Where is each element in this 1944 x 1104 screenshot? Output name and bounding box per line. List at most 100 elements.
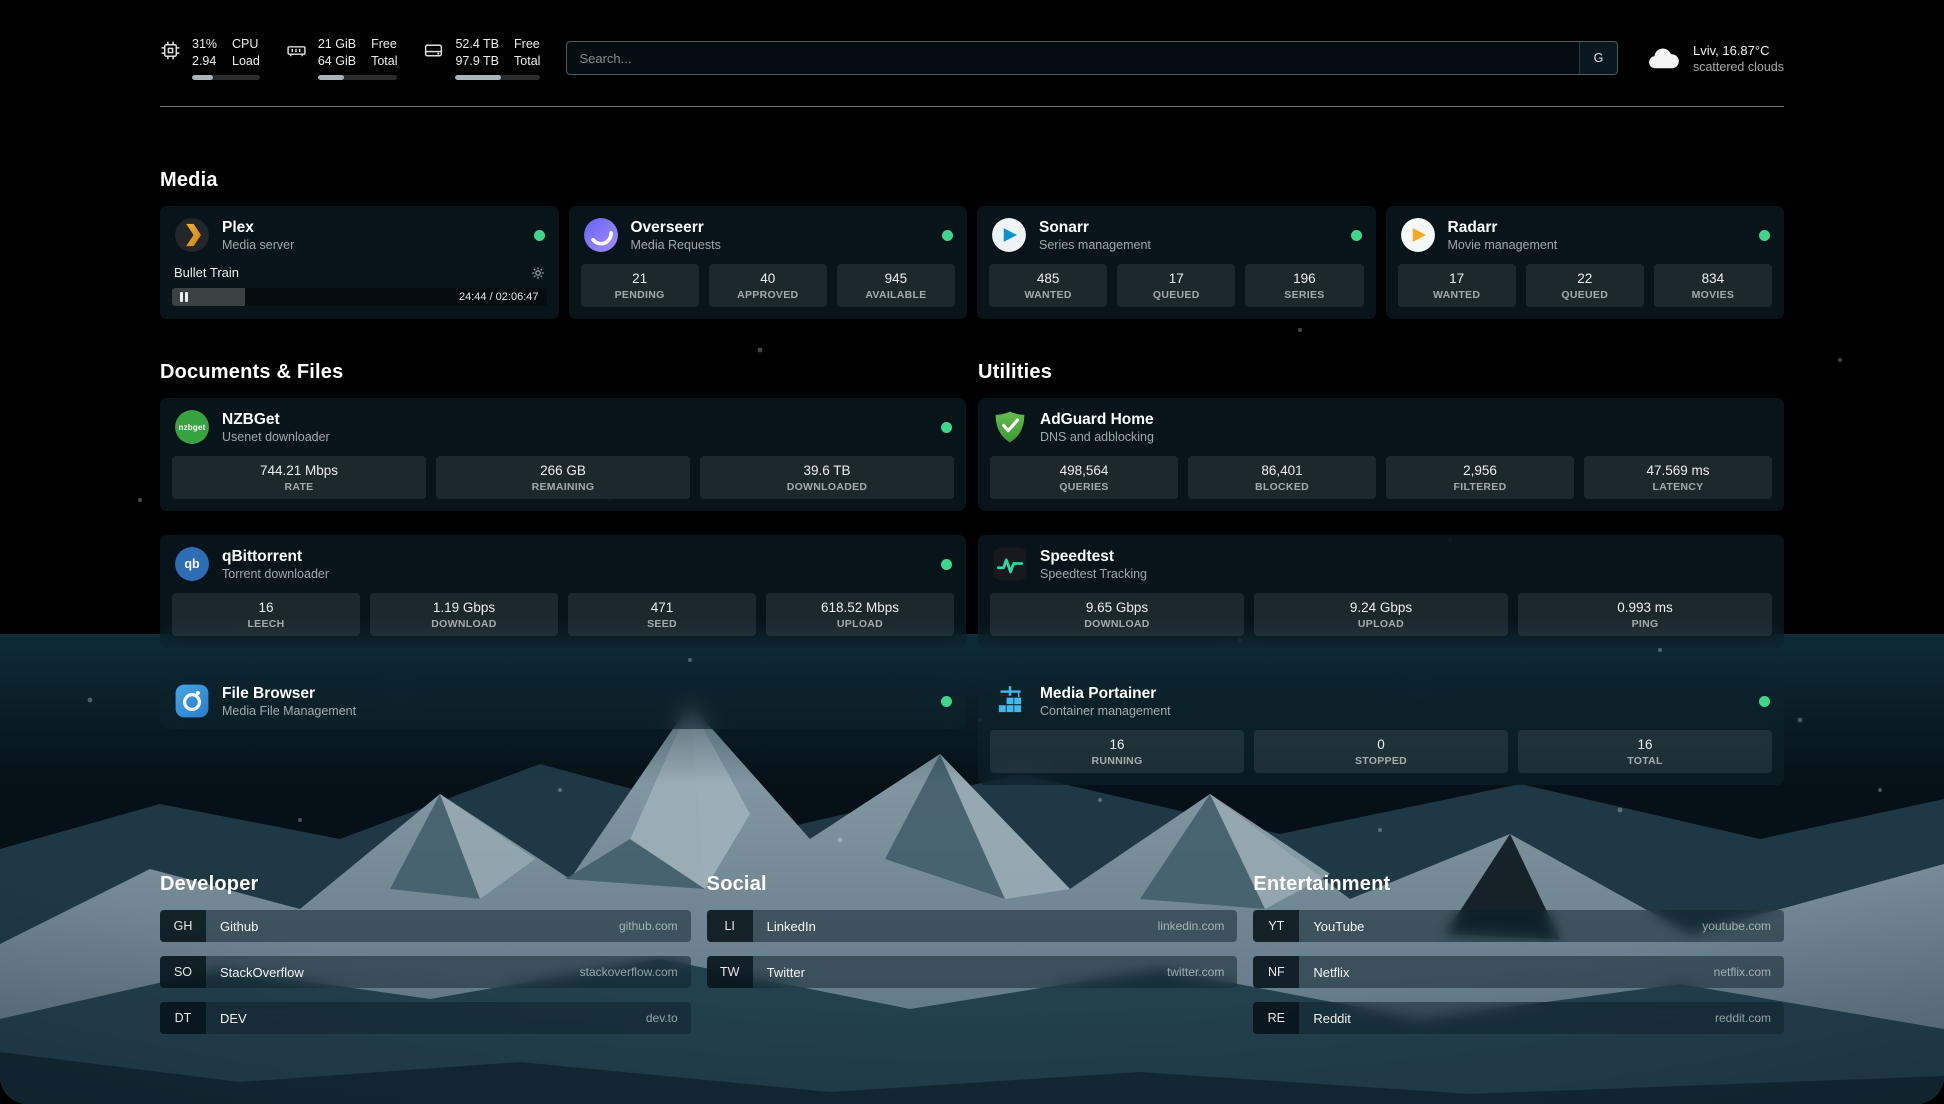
- stat-blocked: 86,401BLOCKED: [1188, 456, 1376, 499]
- bookmark-url: linkedin.com: [1158, 919, 1238, 933]
- bookmark-abbr: RE: [1253, 1002, 1299, 1034]
- stat-stopped: 0STOPPED: [1254, 730, 1508, 773]
- adguard-card[interactable]: AdGuard Home DNS and adblocking 498,564Q…: [978, 398, 1784, 511]
- bookmark-name: DEV: [220, 1011, 247, 1026]
- disk-widget: 52.4 TB 97.9 TB Free Total: [423, 36, 540, 80]
- memory-total-label: Total: [371, 53, 397, 70]
- service-desc: Series management: [1039, 237, 1151, 253]
- service-desc: Torrent downloader: [222, 566, 329, 582]
- stat-download: 9.65 GbpsDOWNLOAD: [990, 593, 1244, 636]
- bookmark-abbr: TW: [707, 956, 753, 988]
- cpu-icon: [160, 40, 181, 61]
- bookmark-group-title: Entertainment: [1253, 873, 1784, 896]
- stat-wanted: 17WANTED: [1398, 264, 1516, 307]
- bookmark-name: Netflix: [1313, 965, 1349, 980]
- bookmark-abbr: DT: [160, 1002, 206, 1034]
- service-name: NZBGet: [222, 410, 330, 429]
- cloud-icon: [1644, 44, 1682, 72]
- service-name: Sonarr: [1039, 218, 1151, 237]
- bookmark-url: dev.to: [646, 1011, 691, 1025]
- status-dot: [941, 696, 952, 707]
- filebrowser-card[interactable]: File Browser Media File Management: [160, 672, 966, 729]
- speedtest-icon: [992, 546, 1028, 582]
- plex-card[interactable]: Plex Media server Bullet Train: [160, 206, 559, 319]
- radarr-card[interactable]: Radarr Movie management 17WANTED 22QUEUE…: [1386, 206, 1785, 319]
- stat-total: 16TOTAL: [1518, 730, 1772, 773]
- stat-remaining: 266 GBREMAINING: [436, 456, 690, 499]
- search-provider-button[interactable]: G: [1579, 42, 1617, 74]
- memory-free-value: 21 GiB: [318, 36, 356, 53]
- playback-time: 24:44 / 02:06:47: [459, 288, 539, 306]
- bookmark-stackoverflow[interactable]: SO StackOverflow stackoverflow.com: [160, 956, 691, 988]
- qbittorrent-card[interactable]: qb qBittorrent Torrent downloader 16LEEC…: [160, 535, 966, 648]
- playback-progress-bar[interactable]: 24:44 / 02:06:47: [172, 288, 547, 306]
- plex-now-playing: Bullet Train: [160, 263, 559, 318]
- section-media: Media Plex: [160, 169, 1784, 319]
- memory-progress-track: [318, 75, 398, 80]
- bookmark-url: netflix.com: [1714, 965, 1784, 979]
- stat-wanted: 485WANTED: [989, 264, 1107, 307]
- cpu-usage-value: 31%: [192, 36, 217, 53]
- cpu-progress-fill: [192, 75, 213, 80]
- disk-progress-fill: [455, 75, 501, 80]
- bookmark-url: twitter.com: [1167, 965, 1237, 979]
- status-dot: [1759, 696, 1770, 707]
- stat-upload: 618.52 MbpsUPLOAD: [766, 593, 954, 636]
- bookmark-name: LinkedIn: [767, 919, 816, 934]
- disk-free-value: 52.4 TB: [455, 36, 499, 53]
- header-divider: [160, 106, 1784, 107]
- pause-icon[interactable]: [180, 292, 188, 302]
- disk-free-label: Free: [514, 36, 540, 53]
- nzbget-icon: nzbget: [174, 409, 210, 445]
- adguard-icon: [992, 409, 1028, 445]
- stat-upload: 9.24 GbpsUPLOAD: [1254, 593, 1508, 636]
- service-name: Media Portainer: [1040, 684, 1171, 703]
- bookmark-abbr: GH: [160, 910, 206, 942]
- status-dot: [941, 422, 952, 433]
- bookmark-group-entertainment: Entertainment YT YouTube youtube.com NF …: [1253, 873, 1784, 1034]
- overseerr-card[interactable]: Overseerr Media Requests 21PENDING 40APP…: [569, 206, 968, 319]
- settings-icon[interactable]: [531, 266, 545, 280]
- service-name: AdGuard Home: [1040, 410, 1154, 429]
- service-name: qBittorrent: [222, 547, 329, 566]
- sonarr-card[interactable]: Sonarr Series management 485WANTED 17QUE…: [977, 206, 1376, 319]
- service-name: Plex: [222, 218, 294, 237]
- stat-running: 16RUNNING: [990, 730, 1244, 773]
- dashboard: 31% 2.94 CPU Load: [0, 0, 1944, 1104]
- search-input[interactable]: [566, 41, 1618, 75]
- stat-seed: 471SEED: [568, 593, 756, 636]
- bookmark-netflix[interactable]: NF Netflix netflix.com: [1253, 956, 1784, 988]
- bookmark-github[interactable]: GH Github github.com: [160, 910, 691, 942]
- now-playing-title: Bullet Train: [174, 265, 239, 280]
- bookmark-abbr: LI: [707, 910, 753, 942]
- weather-widget: Lviv, 16.87°C scattered clouds: [1644, 42, 1784, 75]
- bookmark-youtube[interactable]: YT YouTube youtube.com: [1253, 910, 1784, 942]
- bookmark-group-social: Social LI LinkedIn linkedin.com TW Twitt…: [707, 873, 1238, 988]
- disk-total-label: Total: [514, 53, 540, 70]
- bookmark-linkedin[interactable]: LI LinkedIn linkedin.com: [707, 910, 1238, 942]
- stat-available: 945AVAILABLE: [837, 264, 955, 307]
- bookmark-reddit[interactable]: RE Reddit reddit.com: [1253, 1002, 1784, 1034]
- nzbget-card[interactable]: nzbget NZBGet Usenet downloader 744.21 M…: [160, 398, 966, 511]
- portainer-icon: [992, 683, 1028, 719]
- speedtest-card[interactable]: Speedtest Speedtest Tracking 9.65 GbpsDO…: [978, 535, 1784, 648]
- stat-approved: 40APPROVED: [709, 264, 827, 307]
- stat-downloaded: 39.6 TBDOWNLOADED: [700, 456, 954, 499]
- bookmark-abbr: YT: [1253, 910, 1299, 942]
- stat-latency: 47.569 msLATENCY: [1584, 456, 1772, 499]
- service-desc: Container management: [1040, 703, 1171, 719]
- status-dot: [1351, 230, 1362, 241]
- disk-progress-track: [455, 75, 540, 80]
- portainer-card[interactable]: Media Portainer Container management 16R…: [978, 672, 1784, 785]
- overseerr-icon: [583, 217, 619, 253]
- memory-total-value: 64 GiB: [318, 53, 356, 70]
- section-utilities: Utilities AdGuard: [978, 361, 1784, 809]
- weather-condition: scattered clouds: [1693, 59, 1784, 75]
- bookmark-dev[interactable]: DT DEV dev.to: [160, 1002, 691, 1034]
- stat-queued: 22QUEUED: [1526, 264, 1644, 307]
- cpu-widget: 31% 2.94 CPU Load: [160, 36, 260, 80]
- service-name: File Browser: [222, 684, 356, 703]
- bookmark-twitter[interactable]: TW Twitter twitter.com: [707, 956, 1238, 988]
- filebrowser-icon: [174, 683, 210, 719]
- section-title-documents: Documents & Files: [160, 361, 966, 384]
